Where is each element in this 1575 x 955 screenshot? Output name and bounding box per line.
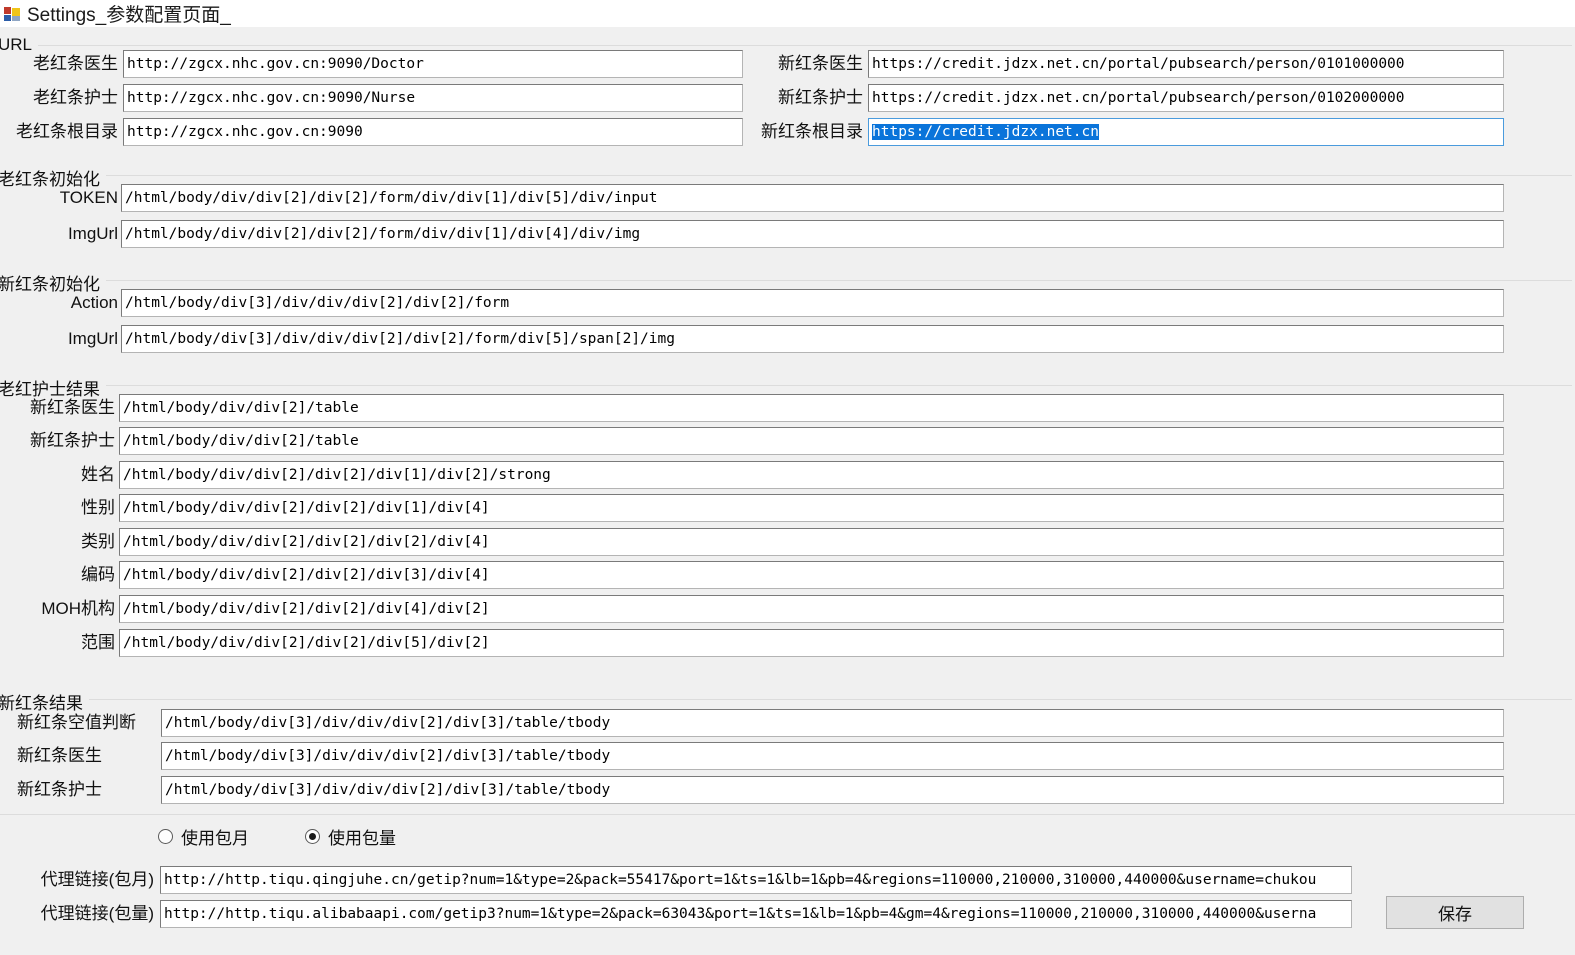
input-onr-gender[interactable]: /html/body/div/div[2]/div[2]/div[1]/div[… xyxy=(119,494,1504,522)
radio-use-monthly-icon xyxy=(158,829,173,844)
label-new-root-url: 新红条根目录 xyxy=(761,122,863,141)
input-onr-category[interactable]: /html/body/div/div[2]/div[2]/div[2]/div[… xyxy=(119,528,1504,556)
input-proxy-volume[interactable]: http://http.tiqu.alibabaapi.com/getip3?n… xyxy=(160,900,1352,928)
input-new-doctor-url[interactable]: https://credit.jdzx.net.cn/portal/pubsea… xyxy=(868,50,1504,78)
label-new-nurse-url: 新红条护士 xyxy=(778,88,863,107)
input-onr-moh-org[interactable]: /html/body/div/div[2]/div[2]/div[4]/div[… xyxy=(119,595,1504,623)
save-button[interactable]: 保存 xyxy=(1386,896,1524,929)
label-nr-empty-check: 新红条空值判断 xyxy=(17,713,136,732)
label-proxy-monthly: 代理链接(包月) xyxy=(40,870,154,889)
radio-use-volume-label: 使用包量 xyxy=(328,829,396,848)
input-new-nurse-url[interactable]: https://credit.jdzx.net.cn/portal/pubsea… xyxy=(868,84,1504,112)
input-onr-new-nurse[interactable]: /html/body/div/div[2]/table xyxy=(119,427,1504,455)
label-onr-scope: 范围 xyxy=(81,633,115,652)
input-new-init-action[interactable]: /html/body/div[3]/div/div/div[2]/div[2]/… xyxy=(121,289,1504,317)
window-titlebar: Settings_参数配置页面_ xyxy=(0,0,1575,27)
input-new-init-imgurl[interactable]: /html/body/div[3]/div/div/div[2]/div[2]/… xyxy=(121,325,1504,353)
label-new-init-action: Action xyxy=(70,293,118,312)
input-onr-name[interactable]: /html/body/div/div[2]/div[2]/div[1]/div[… xyxy=(119,461,1504,489)
settings-form-client-area: URL 老红条医生 http://zgcx.nhc.gov.cn:9090/Do… xyxy=(0,27,1575,955)
group-new-init-label: 新红条初始化 xyxy=(0,270,106,295)
input-old-nurse-url[interactable]: http://zgcx.nhc.gov.cn:9090/Nurse xyxy=(123,84,743,112)
app-window-icon xyxy=(4,6,20,22)
label-onr-category: 类别 xyxy=(81,532,115,551)
radio-use-volume[interactable]: 使用包量 xyxy=(305,824,396,849)
label-onr-moh-org: MOH机构 xyxy=(41,599,115,618)
window-title: Settings_参数配置页面_ xyxy=(27,5,231,26)
section-divider xyxy=(0,814,1575,815)
input-onr-code[interactable]: /html/body/div/div[2]/div[2]/div[3]/div[… xyxy=(119,561,1504,589)
label-new-init-imgurl: ImgUrl xyxy=(67,329,118,348)
group-url-label: URL xyxy=(0,35,39,55)
radio-use-monthly-label: 使用包月 xyxy=(181,829,249,848)
input-old-init-imgurl[interactable]: /html/body/div/div[2]/div[2]/form/div/di… xyxy=(121,220,1504,248)
radio-use-monthly[interactable]: 使用包月 xyxy=(158,824,249,849)
group-old-init-label: 老红条初始化 xyxy=(0,165,106,190)
label-onr-gender: 性别 xyxy=(81,498,115,517)
input-old-doctor-url[interactable]: http://zgcx.nhc.gov.cn:9090/Doctor xyxy=(123,50,743,78)
label-new-doctor-url: 新红条医生 xyxy=(778,54,863,73)
input-onr-scope[interactable]: /html/body/div/div[2]/div[2]/div[5]/div[… xyxy=(119,629,1504,657)
input-onr-new-doctor[interactable]: /html/body/div/div[2]/table xyxy=(119,394,1504,422)
label-onr-new-doctor: 新红条医生 xyxy=(30,398,115,417)
label-onr-code: 编码 xyxy=(81,565,115,584)
input-proxy-monthly[interactable]: http://http.tiqu.qingjuhe.cn/getip?num=1… xyxy=(160,866,1352,894)
label-old-root-url: 老红条根目录 xyxy=(16,122,118,141)
group-new-result-label: 新红条结果 xyxy=(0,689,89,714)
label-proxy-volume: 代理链接(包量) xyxy=(40,904,154,923)
label-old-nurse-url: 老红条护士 xyxy=(33,88,118,107)
group-old-nurse-result-label: 老红护士结果 xyxy=(0,375,106,400)
input-nr-nurse[interactable]: /html/body/div[3]/div/div/div[2]/div[3]/… xyxy=(161,776,1504,804)
label-old-doctor-url: 老红条医生 xyxy=(33,54,118,73)
input-old-init-token[interactable]: /html/body/div/div[2]/div[2]/form/div/di… xyxy=(121,184,1504,212)
input-nr-empty-check[interactable]: /html/body/div[3]/div/div/div[2]/div[3]/… xyxy=(161,709,1504,737)
label-onr-new-nurse: 新红条护士 xyxy=(30,431,115,450)
input-nr-doctor[interactable]: /html/body/div[3]/div/div/div[2]/div[3]/… xyxy=(161,742,1504,770)
label-nr-nurse: 新红条护士 xyxy=(17,780,102,799)
label-old-init-imgurl: ImgUrl xyxy=(67,224,118,243)
input-new-root-url[interactable]: https://credit.jdzx.net.cn xyxy=(868,118,1504,146)
input-new-root-url-selected-text: https://credit.jdzx.net.cn xyxy=(872,124,1099,140)
input-old-root-url[interactable]: http://zgcx.nhc.gov.cn:9090 xyxy=(123,118,743,146)
radio-use-volume-icon xyxy=(305,829,320,844)
label-nr-doctor: 新红条医生 xyxy=(17,746,102,765)
label-onr-name: 姓名 xyxy=(81,465,115,484)
label-old-init-token: TOKEN xyxy=(59,188,118,207)
